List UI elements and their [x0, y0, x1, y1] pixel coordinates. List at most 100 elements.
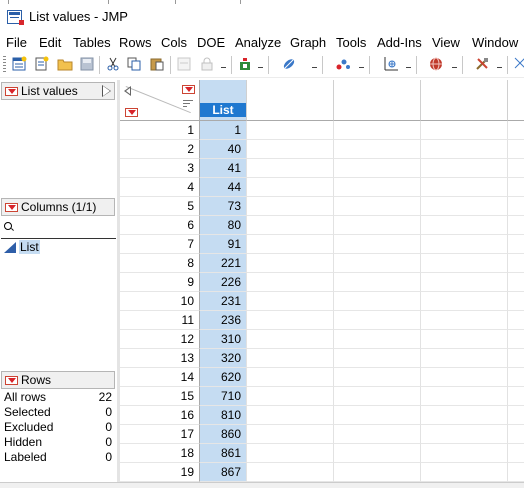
table-row[interactable]: 17 860 — [120, 425, 524, 444]
empty-cell[interactable] — [421, 273, 508, 292]
table-row[interactable]: 13 320 — [120, 349, 524, 368]
empty-cell[interactable] — [247, 197, 334, 216]
columns-panel-header[interactable]: Columns (1/1) — [1, 198, 115, 216]
row-number[interactable]: 5 — [120, 197, 200, 216]
table-row[interactable]: 8 221 — [120, 254, 524, 273]
empty-cell[interactable] — [247, 330, 334, 349]
list-cell[interactable]: 231 — [200, 292, 247, 311]
empty-cell[interactable] — [334, 292, 421, 311]
empty-cell[interactable] — [334, 330, 421, 349]
table-row[interactable]: 7 91 — [120, 235, 524, 254]
empty-cell[interactable] — [334, 368, 421, 387]
row-number[interactable]: 19 — [120, 463, 200, 482]
row-number[interactable]: 16 — [120, 406, 200, 425]
empty-cell[interactable] — [334, 349, 421, 368]
empty-cell[interactable] — [508, 425, 524, 444]
empty-cell[interactable] — [247, 444, 334, 463]
empty-cell[interactable] — [334, 311, 421, 330]
empty-cell[interactable] — [334, 444, 421, 463]
toolbar-grip[interactable] — [3, 56, 6, 73]
menu-doe[interactable]: DOE — [197, 35, 225, 50]
row-number[interactable]: 14 — [120, 368, 200, 387]
table-row[interactable]: 5 73 — [120, 197, 524, 216]
row-number[interactable]: 17 — [120, 425, 200, 444]
table-row[interactable]: 10 231 — [120, 292, 524, 311]
empty-cell[interactable] — [508, 330, 524, 349]
menu-window[interactable]: Window — [472, 35, 518, 50]
list-cell[interactable]: 620 — [200, 368, 247, 387]
empty-cell[interactable] — [421, 444, 508, 463]
list-cell[interactable]: 221 — [200, 254, 247, 273]
row-number[interactable]: 3 — [120, 159, 200, 178]
rows-red-triangle-icon[interactable] — [125, 108, 138, 117]
empty-cell[interactable] — [247, 235, 334, 254]
empty-cell[interactable] — [421, 178, 508, 197]
list-cell[interactable]: 710 — [200, 387, 247, 406]
empty-cell[interactable] — [421, 311, 508, 330]
row-number[interactable]: 18 — [120, 444, 200, 463]
empty-cell[interactable] — [421, 159, 508, 178]
empty-cell[interactable] — [247, 178, 334, 197]
row-number[interactable]: 7 — [120, 235, 200, 254]
menu-analyze[interactable]: Analyze — [235, 35, 281, 50]
empty-cell[interactable] — [508, 121, 524, 140]
empty-cell[interactable] — [508, 368, 524, 387]
tools-icon[interactable] — [474, 56, 490, 72]
empty-cell[interactable] — [334, 254, 421, 273]
empty-cell[interactable] — [247, 292, 334, 311]
empty-cell[interactable] — [508, 463, 524, 482]
row-number[interactable]: 13 — [120, 349, 200, 368]
empty-cell[interactable] — [247, 463, 334, 482]
list-cell[interactable]: 80 — [200, 216, 247, 235]
menu-edit[interactable]: Edit — [39, 35, 61, 50]
table-row[interactable]: 11 — [120, 121, 524, 140]
empty-cell[interactable] — [247, 159, 334, 178]
new-data-table-icon[interactable] — [11, 56, 27, 72]
list-cell[interactable]: 41 — [200, 159, 247, 178]
empty-cell[interactable] — [421, 292, 508, 311]
menu-graph[interactable]: Graph — [290, 35, 326, 50]
row-number[interactable]: 11 — [120, 311, 200, 330]
list-cell[interactable]: 860 — [200, 425, 247, 444]
empty-cell[interactable] — [508, 349, 524, 368]
list-cell[interactable]: 40 — [200, 140, 247, 159]
empty-cell[interactable] — [334, 140, 421, 159]
list-cell[interactable]: 320 — [200, 349, 247, 368]
list-cell[interactable]: 867 — [200, 463, 247, 482]
table-row[interactable]: 6 80 — [120, 216, 524, 235]
chevron-down-icon[interactable] — [258, 67, 263, 70]
globe-icon[interactable] — [428, 56, 444, 72]
row-number[interactable]: 12 — [120, 330, 200, 349]
empty-cell[interactable] — [421, 197, 508, 216]
empty-cell[interactable] — [247, 216, 334, 235]
empty-cell[interactable] — [334, 197, 421, 216]
empty-cell[interactable] — [421, 349, 508, 368]
empty-cell[interactable] — [247, 387, 334, 406]
column-search-input[interactable] — [1, 218, 116, 239]
empty-cell[interactable] — [508, 444, 524, 463]
list-cell[interactable]: 810 — [200, 406, 247, 425]
row-number[interactable]: 10 — [120, 292, 200, 311]
empty-column-header[interactable] — [421, 80, 508, 121]
table-row[interactable]: 19 867 — [120, 463, 524, 482]
columns-red-triangle-icon[interactable] — [182, 85, 195, 94]
lock-icon[interactable] — [199, 56, 215, 72]
empty-cell[interactable] — [508, 235, 524, 254]
table-row[interactable]: 16 810 — [120, 406, 524, 425]
graph-builder-icon[interactable] — [383, 56, 399, 72]
empty-cell[interactable] — [508, 178, 524, 197]
row-number[interactable]: 1 — [120, 121, 200, 140]
empty-cell[interactable] — [421, 330, 508, 349]
menu-view[interactable]: View — [432, 35, 460, 50]
row-number[interactable]: 15 — [120, 387, 200, 406]
cut-icon[interactable] — [105, 56, 121, 72]
list-cell[interactable]: 91 — [200, 235, 247, 254]
link-icon[interactable] — [281, 56, 297, 72]
empty-cell[interactable] — [421, 406, 508, 425]
empty-cell[interactable] — [421, 254, 508, 273]
empty-cell[interactable] — [247, 406, 334, 425]
list-cell[interactable]: 310 — [200, 330, 247, 349]
empty-cell[interactable] — [421, 463, 508, 482]
chevron-down-icon[interactable] — [221, 67, 226, 70]
menu-tables[interactable]: Tables — [73, 35, 111, 50]
